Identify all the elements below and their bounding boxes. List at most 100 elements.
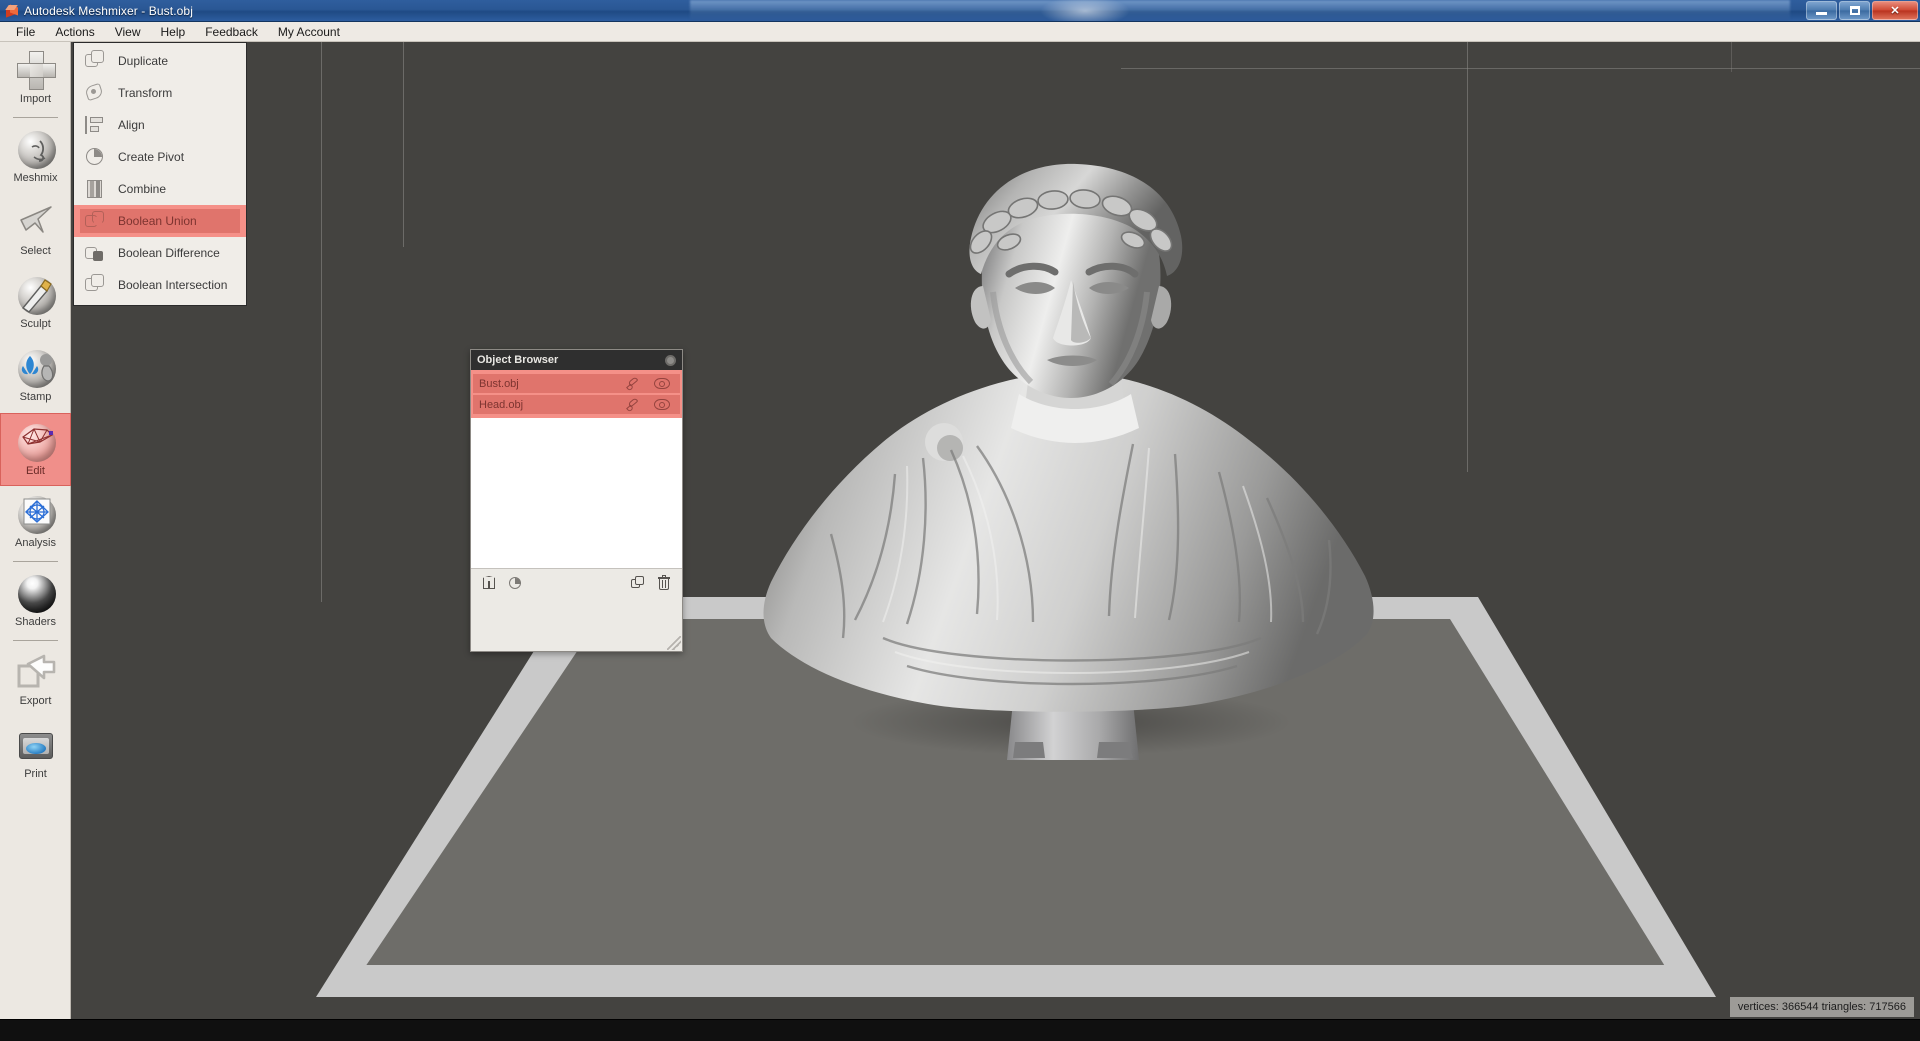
menu-item-label: Align [118,118,145,132]
menu-item-label: Duplicate [118,54,169,68]
combine-icon [84,178,106,200]
cube-icon[interactable] [481,575,497,591]
menu-item-boolean-intersection[interactable]: Boolean Intersection [74,269,246,301]
tool-label-export: Export [19,695,52,707]
edit-mesh-sphere-icon [14,420,58,464]
menu-help[interactable]: Help [151,23,196,41]
boolean-intersection-icon [84,274,106,296]
tool-label-stamp: Stamp [19,391,52,403]
menu-item-label: Boolean Union [118,214,197,228]
maximize-button[interactable] [1839,1,1870,20]
menu-item-boolean-difference[interactable]: Boolean Difference [74,237,246,269]
menu-actions[interactable]: Actions [45,22,105,41]
stamp-sphere-icon [14,346,58,390]
sculpt-brush-sphere-icon [14,273,58,317]
menu-item-duplicate[interactable]: Duplicate [74,45,246,77]
tool-shaders[interactable]: Shaders [0,565,71,638]
bust-model[interactable] [71,42,1920,1019]
toolbar-divider-1 [12,117,58,118]
tool-analysis[interactable]: Analysis [0,486,71,559]
mesh-stats-text: vertices: 366544 triangles: 717566 [1737,1001,1906,1013]
menu-feedback[interactable]: Feedback [195,23,268,41]
status-badge: vertices: 366544 triangles: 717566 [1729,997,1914,1017]
tool-label-import: Import [19,93,52,105]
object-browser-titlebar[interactable]: Object Browser [471,350,682,370]
window-titlebar[interactable]: Autodesk Meshmixer - Bust.obj ✕ [0,0,1920,22]
menu-item-label: Boolean Difference [118,246,220,260]
pencil-icon[interactable] [626,396,640,412]
tool-meshmix[interactable]: Meshmix [0,121,71,194]
tool-label-select: Select [20,245,51,257]
tool-label-shaders: Shaders [15,616,56,628]
pencil-icon[interactable] [626,375,640,391]
align-icon [84,114,106,136]
left-toolbar[interactable]: Import Meshmix Select Sculpt Stamp Edit … [0,42,71,1041]
duplicate-icon[interactable] [630,575,646,591]
list-item[interactable]: Bust.obj [473,374,680,393]
tool-select[interactable]: Select [0,194,71,267]
list-item[interactable]: Head.obj [473,395,680,414]
object-browser-toolbar[interactable] [471,569,682,597]
tool-print[interactable]: Print [0,717,71,790]
bust-base-foot-right [1097,742,1133,758]
3d-viewport[interactable]: MakerBot [71,42,1920,1019]
menubar[interactable]: File Actions View Help Feedback My Accou… [0,22,1920,42]
titlebar-glass-effect [690,0,1790,21]
print-3dprinter-icon [14,723,58,767]
meshmix-face-sphere-icon [14,127,58,171]
menu-item-create-pivot[interactable]: Create Pivot [74,141,246,173]
menu-item-label: Transform [118,86,173,100]
menu-item-label: Combine [118,182,167,196]
tool-stamp[interactable]: Stamp [0,340,71,413]
create-pivot-icon [84,146,106,168]
actions-dropdown-menu[interactable]: Duplicate Transform Align Create Pivot C… [73,42,247,306]
tool-label-edit: Edit [26,465,45,477]
minimize-button[interactable] [1806,1,1837,20]
pivot-icon[interactable] [507,575,523,591]
object-name: Bust.obj [479,377,519,390]
titlebar-highlight-blob [1040,0,1130,21]
gear-icon[interactable] [665,354,676,366]
window-title: Autodesk Meshmixer - Bust.obj [24,3,193,18]
trash-icon[interactable] [656,575,672,591]
tool-label-print: Print [24,768,47,780]
analysis-wireframe-sphere-icon [14,492,58,536]
toolbar-divider-3 [12,640,58,641]
bust-shoulder-brooch-shade [937,435,963,461]
import-plus-icon [14,48,58,92]
menu-item-label: Boolean Intersection [118,278,228,292]
menu-file[interactable]: File [6,23,45,41]
tool-edit[interactable]: Edit [0,413,71,486]
bust-base-foot-left [1013,742,1045,758]
eye-icon[interactable] [654,399,670,410]
export-arrow-icon [14,650,58,694]
select-arrow-icon [14,200,58,244]
tool-label-sculpt: Sculpt [20,318,51,330]
menu-item-transform[interactable]: Transform [74,77,246,109]
object-list[interactable]: Bust.obj Head.obj [471,370,682,569]
boolean-union-icon [84,210,106,232]
close-button[interactable]: ✕ [1872,1,1918,20]
menu-item-combine[interactable]: Combine [74,173,246,205]
shaders-sphere-icon [14,571,58,615]
menu-my-account[interactable]: My Account [268,23,350,41]
object-name: Head.obj [479,398,524,411]
meshmixer-cube-icon [5,4,19,18]
menu-item-align[interactable]: Align [74,109,246,141]
toolbar-divider-2 [12,561,58,562]
menu-view[interactable]: View [105,23,151,41]
menu-item-boolean-union[interactable]: Boolean Union [74,205,246,237]
resize-handle[interactable] [667,636,681,650]
tool-label-analysis: Analysis [15,537,56,549]
eye-icon[interactable] [654,378,670,389]
tool-export[interactable]: Export [0,644,71,717]
duplicate-icon [84,50,106,72]
menu-item-label: Create Pivot [118,150,185,164]
tool-label-meshmix: Meshmix [13,172,58,184]
tool-import[interactable]: Import [0,42,71,115]
os-taskbar[interactable] [0,1019,1920,1041]
object-browser-panel[interactable]: Object Browser Bust.obj Head.obj [470,349,683,652]
boolean-difference-icon [84,242,106,264]
window-controls[interactable]: ✕ [1804,1,1918,20]
tool-sculpt[interactable]: Sculpt [0,267,71,340]
